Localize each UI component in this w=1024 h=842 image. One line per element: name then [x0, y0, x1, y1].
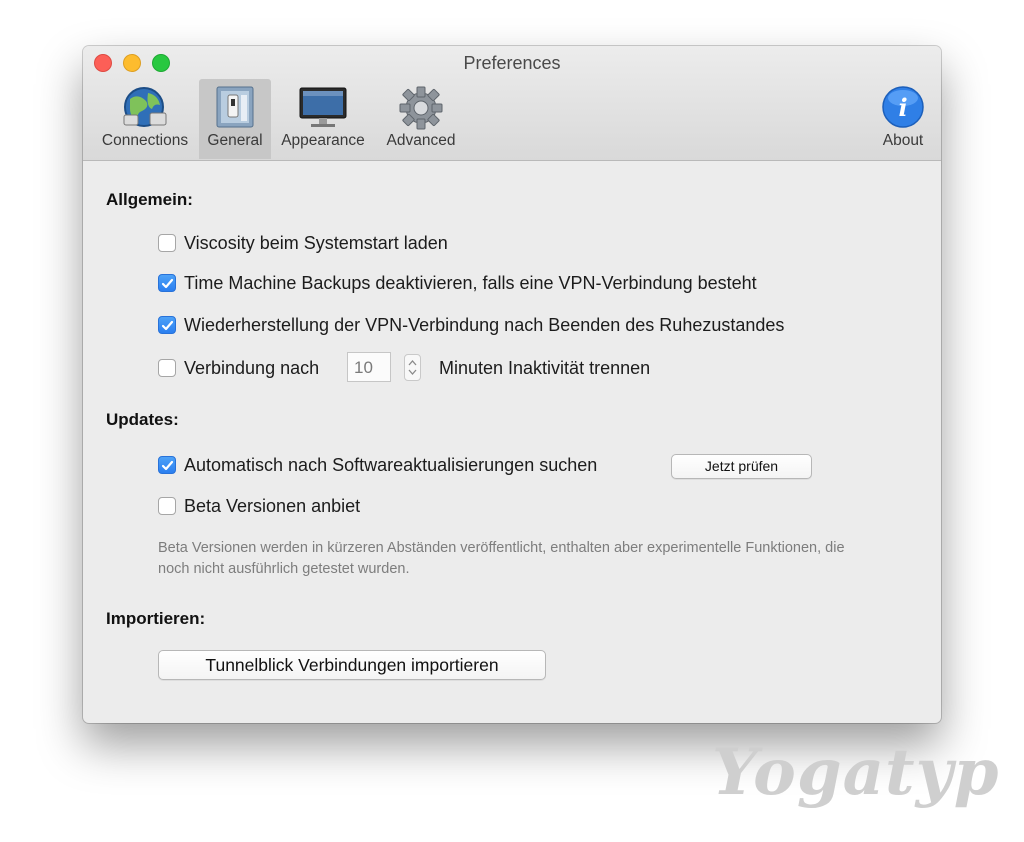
beta-help-text: Beta Versionen werden in kürzeren Abstän… — [158, 540, 845, 577]
option-label: Wiederherstellung der VPN-Verbindung nac… — [184, 315, 785, 335]
option-label: Verbindung nach — [184, 358, 320, 378]
stepper-arrows-icon — [408, 360, 417, 375]
idle-minutes-field[interactable]: 10 — [347, 352, 391, 382]
option-label: Beta Versionen anbiet — [184, 496, 361, 516]
checkbox-disconnect-after-idle[interactable] — [158, 359, 176, 377]
idle-minutes-stepper[interactable] — [404, 354, 421, 381]
checkbox-beta-versions[interactable] — [158, 497, 176, 515]
toolbar-connections[interactable]: Connections — [91, 79, 199, 159]
option-label: Automatisch nach Softwareaktualisierunge… — [184, 455, 598, 475]
watermark-text: Yogatyp — [712, 735, 1000, 810]
monitor-icon — [297, 85, 349, 134]
toolbar-label-advanced: Advanced — [386, 132, 456, 149]
checkmark-icon — [161, 460, 174, 471]
toolbar-label-about: About — [882, 132, 924, 149]
titlebar-toolbar: Preferences Connections General Appearan… — [83, 46, 941, 161]
idle-minutes-suffix: Minuten Inaktivität trennen — [439, 358, 651, 378]
toolbar-advanced[interactable]: Advanced — [376, 79, 466, 159]
globe-network-icon — [120, 85, 170, 136]
checkbox-disable-time-machine[interactable] — [158, 274, 176, 292]
import-tunnelblick-button[interactable]: Tunnelblick Verbindungen importieren — [158, 650, 546, 680]
svg-text:i: i — [898, 93, 907, 122]
toolbar-about[interactable]: i About — [868, 79, 938, 159]
info-icon: i — [881, 85, 925, 134]
section-heading-updates: Updates: — [106, 410, 179, 429]
toolbar-general[interactable]: General — [199, 79, 271, 159]
checkbox-launch-at-startup[interactable] — [158, 234, 176, 252]
section-heading-import: Importieren: — [106, 609, 206, 628]
checkbox-auto-check-updates[interactable] — [158, 456, 176, 474]
window-title: Preferences — [463, 53, 561, 73]
check-now-button[interactable]: Jetzt prüfen — [671, 454, 812, 479]
option-label: Viscosity beim Systemstart laden — [184, 233, 448, 253]
section-heading-general: Allgemein: — [106, 190, 193, 209]
checkmark-icon — [161, 320, 174, 331]
light-switch-icon — [213, 85, 257, 134]
toolbar-label-general: General — [207, 132, 263, 149]
toolbar-appearance[interactable]: Appearance — [273, 79, 373, 159]
checkmark-icon — [161, 278, 174, 289]
option-label: Time Machine Backups deaktivieren, falls… — [184, 273, 757, 293]
toolbar-label-appearance: Appearance — [281, 132, 365, 149]
preferences-window: Preferences Connections General Appearan… — [83, 46, 941, 723]
toolbar-label-connections: Connections — [101, 132, 189, 149]
gear-icon — [398, 85, 444, 136]
checkbox-reconnect-after-sleep[interactable] — [158, 316, 176, 334]
